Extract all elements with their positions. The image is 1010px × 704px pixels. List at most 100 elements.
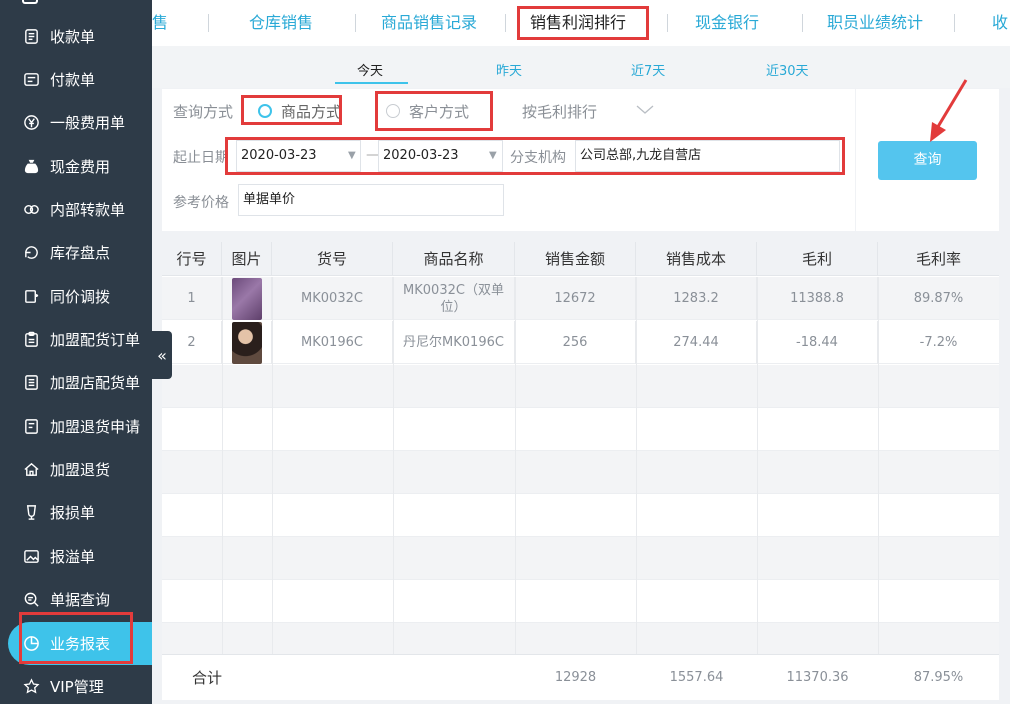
column-header-row-no[interactable]: 行号 [162,242,222,276]
sidebar-item-business-report[interactable]: 业务报表 [8,622,152,665]
tab-product-sales-record[interactable]: 商品销售记录 [381,0,477,46]
sidebar-item-label: 报损单 [50,504,96,522]
empty-row [162,451,999,494]
cell-name: 丹尼尔MK0196C [393,321,515,364]
tab-divider [355,14,356,32]
column-divider [636,277,637,654]
active-tab-underline [335,82,408,84]
query-mode-label: 查询方式 [173,103,234,121]
sidebar-item-label: VIP管理 [50,678,104,696]
tab-staff-performance[interactable]: 职员业绩统计 [827,0,923,46]
tab-divider [505,14,506,32]
branch-label: 分支机构 [510,150,566,166]
tab-sales-profit-ranking[interactable]: 销售利润排行 [530,0,626,46]
column-header-code[interactable]: 货号 [272,242,393,276]
sidebar-item-general-expense[interactable]: 一般费用单 [0,101,152,144]
column-divider [757,277,758,654]
reference-price-field[interactable]: 单据单价 [238,184,504,216]
column-divider [878,277,879,654]
payment-icon [22,71,40,89]
product-thumbnail[interactable] [231,277,262,320]
star-icon [22,678,40,696]
receipt-icon [22,28,40,46]
radio-customer-mode[interactable] [386,104,400,118]
table-row[interactable]: 1 MK0032C MK0032C（双单位） 12672 1283.2 1138… [162,277,999,320]
column-header-name[interactable]: 商品名称 [393,242,515,276]
date-tab-today[interactable]: 今天 [357,60,383,79]
cell-image [222,321,272,364]
date-tab-yesterday[interactable]: 昨天 [496,60,522,79]
sidebar-item-label: 加盟配货订单 [50,331,141,349]
column-header-cost[interactable]: 销售成本 [636,242,757,276]
allocate-icon [22,288,40,306]
image-icon [22,548,40,566]
cell-image [222,277,272,320]
sidebar-item-return-request[interactable]: 加盟退货申请 [0,405,152,448]
total-amount: 12928 [554,670,597,685]
total-profit-rate: 87.95% [913,670,964,685]
column-divider [515,277,516,654]
tab-cash-bank[interactable]: 现金银行 [695,0,759,46]
sidebar-item-damage[interactable]: 报损单 [0,491,152,534]
start-date-field[interactable]: 2020-03-23 [236,140,361,172]
date-range-label: 起止日期 [173,150,229,166]
empty-row [162,408,999,451]
sidebar-item-label: 同价调拨 [50,288,111,306]
sidebar-item-doc-query[interactable]: 单据查询 [0,578,152,621]
sort-by-profit-select[interactable]: 按毛利排行 [522,101,597,122]
radio-product-mode[interactable] [258,104,272,118]
money-bag-icon [22,158,40,176]
sidebar-item-label: 加盟店配货单 [50,374,141,392]
product-thumbnail[interactable] [231,321,262,364]
chevron-down-icon[interactable] [636,105,654,115]
sidebar-item-label: 加盟退货申请 [50,418,141,436]
tab-warehouse-sales[interactable]: 仓库销售 [249,0,313,46]
tab-receipt-partial[interactable]: 收 [992,0,1008,46]
sidebar: 收款单 付款单 一般费用单 现金费用 内部转款单 库存盘点 同价调拨 加盟配货订… [0,0,152,704]
table-row[interactable]: 2 MK0196C 丹尼尔MK0196C 256 274.44 -18.44 -… [162,321,999,364]
sidebar-item-inventory[interactable]: 库存盘点 [0,231,152,274]
tab-divider [954,14,955,32]
branch-field[interactable]: 公司总部,九龙自营店 [575,140,840,172]
reference-price-label: 参考价格 [173,195,229,211]
column-header-profit-rate[interactable]: 毛利率 [878,242,999,276]
sidebar-item-vip[interactable]: VIP管理 [0,665,152,704]
profit-ranking-table: 行号 图片 货号 商品名称 销售金额 销售成本 毛利 毛利率 1 MK0032C… [162,242,999,654]
total-profit: 11370.36 [786,670,849,685]
sidebar-item-cash-expense[interactable]: 现金费用 [0,145,152,188]
column-divider [272,277,273,654]
caret-down-icon: ▼ [348,150,356,161]
cell-code: MK0032C [272,277,393,320]
tab-sales-partial[interactable]: 售 [152,0,168,46]
sidebar-item-receipt[interactable]: 收款单 [0,15,152,58]
cell-cost: 274.44 [636,321,757,364]
column-header-profit[interactable]: 毛利 [757,242,878,276]
collapse-sidebar-button[interactable]: « [152,331,172,379]
empty-row [162,623,999,654]
sidebar-item-franchise-order[interactable]: 加盟配货订单 [0,318,152,361]
sidebar-item-franchise-return[interactable]: 加盟退货 [0,448,152,491]
radio-product-mode-label[interactable]: 商品方式 [281,101,341,122]
tab-divider [802,14,803,32]
radio-customer-mode-label[interactable]: 客户方式 [409,101,469,122]
cell-amount: 12672 [515,277,636,320]
sidebar-item-payment[interactable]: 付款单 [0,58,152,101]
sidebar-item-franchise-distribution[interactable]: 加盟店配货单 [0,361,152,404]
cell-row-no: 1 [162,277,222,320]
column-header-image[interactable]: 图片 [222,242,272,276]
caret-down-icon: ▼ [489,150,497,161]
sidebar-item-overflow[interactable]: 报溢单 [0,535,152,578]
date-tab-last-30-days[interactable]: 近30天 [766,60,809,79]
cell-name: MK0032C（双单位） [393,277,515,320]
end-date-field[interactable]: 2020-03-23 [378,140,503,172]
double-chevron-left-icon: « [157,345,167,365]
date-tab-last-7-days[interactable]: 近7天 [631,60,665,79]
cell-profit: 11388.8 [757,277,878,320]
column-header-amount[interactable]: 销售金额 [515,242,636,276]
tab-divider [667,14,668,32]
sidebar-item-internal-transfer[interactable]: 内部转款单 [0,188,152,231]
filter-panel: 查询方式 商品方式 客户方式 按毛利排行 起止日期 2020-03-23 ▼ —… [162,89,855,231]
sidebar-item-allocate[interactable]: 同价调拨 [0,275,152,318]
search-doc-icon [22,591,40,609]
query-button[interactable]: 查询 [878,141,977,180]
